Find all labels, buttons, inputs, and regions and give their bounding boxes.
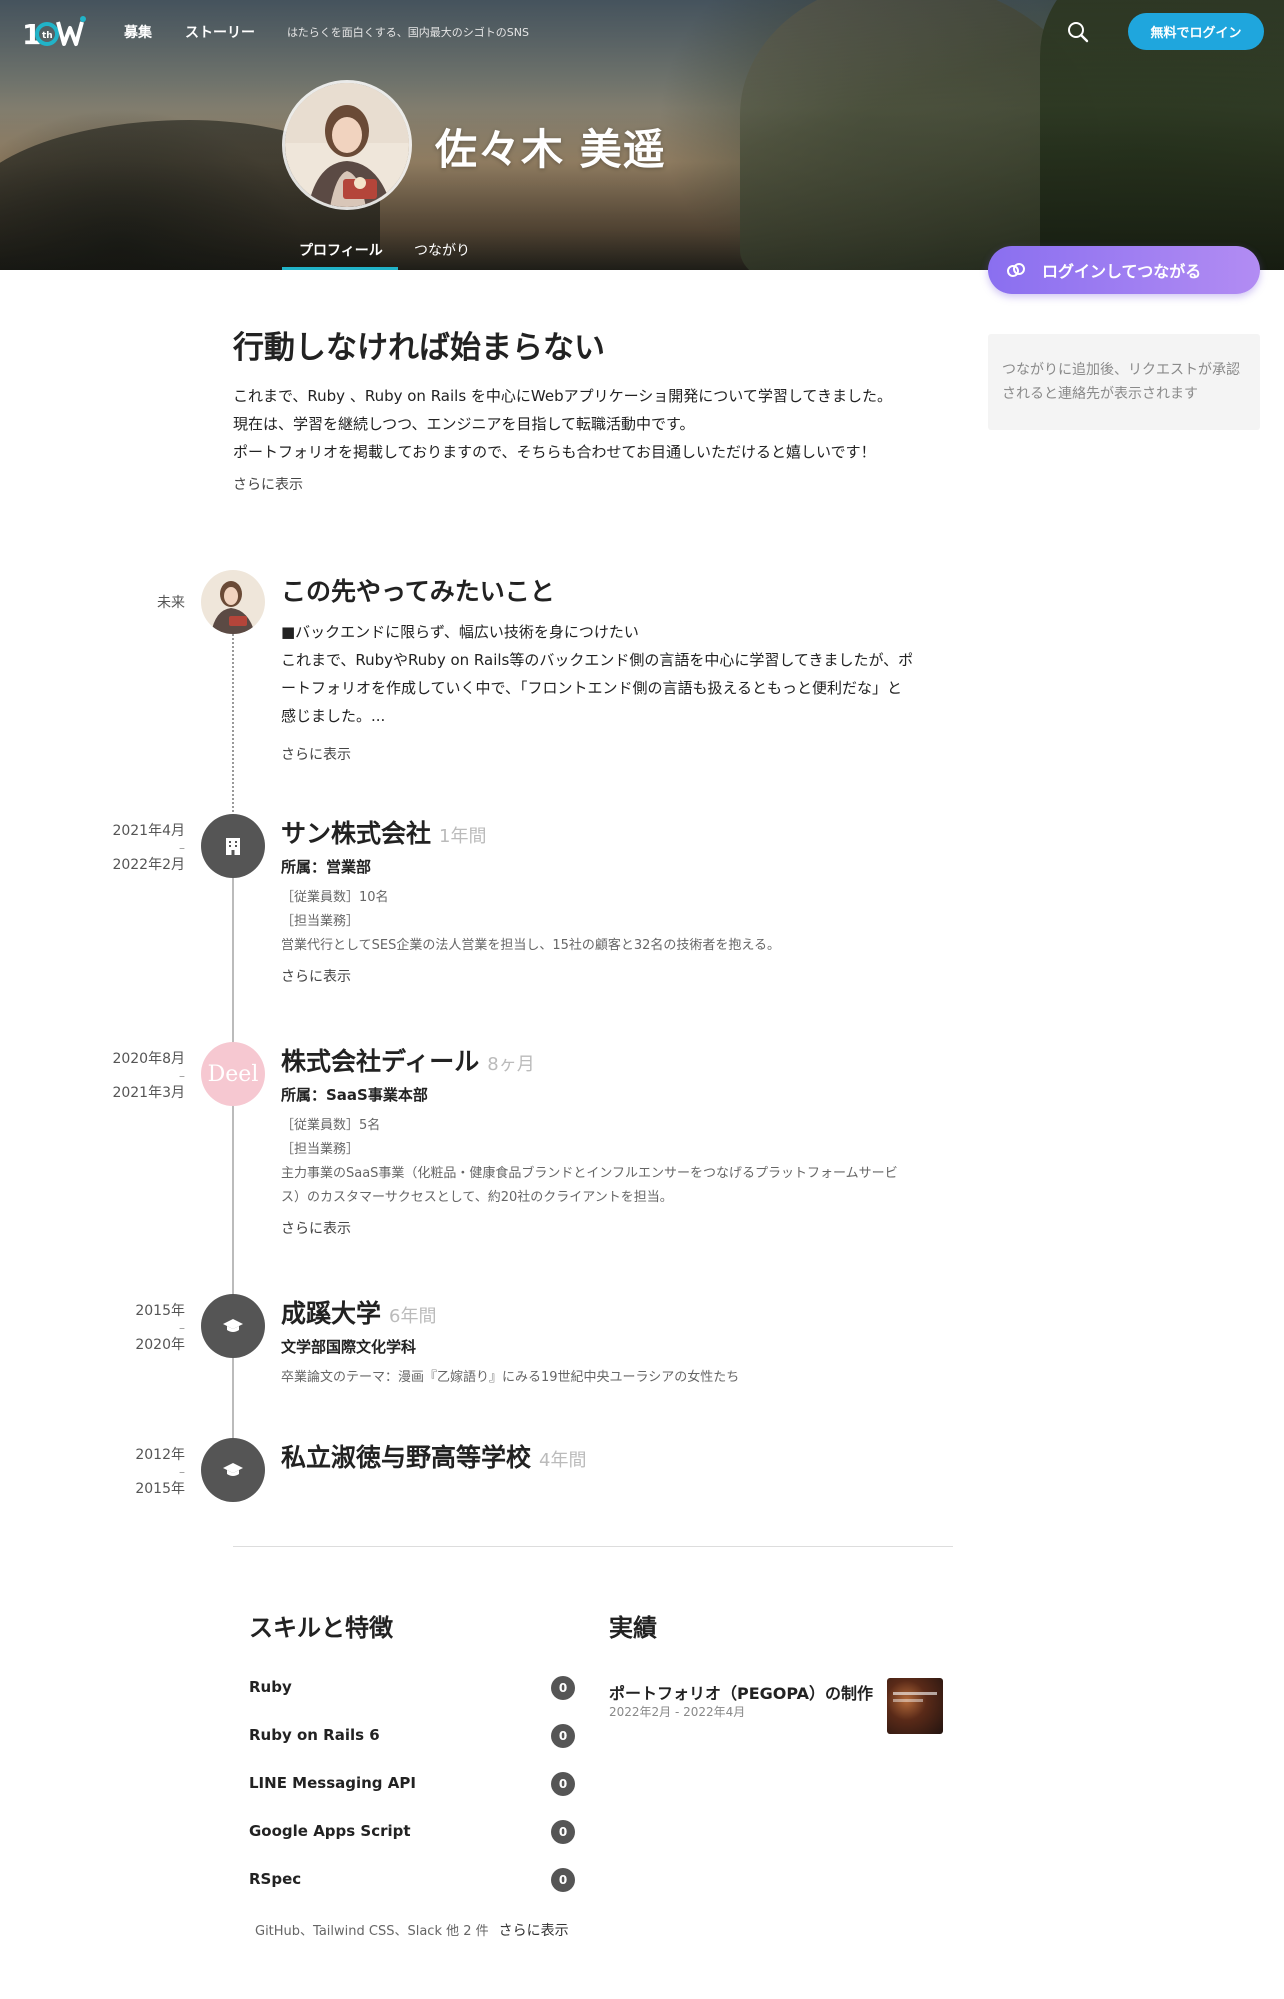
skills-show-more-link[interactable]: さらに表示 — [499, 1923, 569, 1939]
timeline-line — [232, 820, 234, 1470]
achievement-title[interactable]: ポートフォリオ（PEGOPA）の制作 — [609, 1680, 873, 1704]
company-details: ［従業員数］5名 ［担当業務］ 主力事業のSaaS事業（化粧品・健康食品ブランド… — [281, 1118, 898, 1205]
company-show-more-link[interactable]: さらに表示 — [281, 966, 351, 986]
company-name: サン株式会社 1年間 — [281, 819, 487, 848]
future-show-more-link[interactable]: さらに表示 — [281, 744, 351, 764]
skill-name: RSpec — [249, 1870, 302, 1888]
graduation-cap-icon — [223, 1463, 243, 1476]
company-name: 株式会社ディール 8ヶ月 — [281, 1047, 535, 1076]
school-icon — [201, 1294, 265, 1358]
active-tab-indicator — [282, 267, 398, 270]
company-show-more-link[interactable]: さらに表示 — [281, 1218, 351, 1238]
achievement-thumbnail[interactable] — [887, 1678, 943, 1734]
profile-avatar — [282, 80, 412, 210]
school-department: 文学部国際文化学科 — [281, 1338, 417, 1356]
skill-name: LINE Messaging API — [249, 1774, 416, 1792]
school-name: 成蹊大学 6年間 — [281, 1299, 437, 1328]
profile-headline: 行動しなければ始まらない — [233, 330, 605, 366]
profile-name: 佐々木 美遥 — [435, 125, 666, 174]
timeline-avatar — [201, 570, 265, 634]
achievements-title: 実績 — [609, 1614, 657, 1642]
company-logo-deel: Deel — [201, 1042, 265, 1106]
skill-item[interactable]: Google Apps Script 0 — [249, 1820, 575, 1844]
company-department: 所属：SaaS事業本部 — [281, 1086, 428, 1104]
intro-show-more-link[interactable]: さらに表示 — [233, 474, 303, 494]
company-details: ［従業員数］10名 ［担当業務］ 営業代行としてSES企業の法人営業を担当し、1… — [281, 890, 781, 953]
school-icon — [201, 1438, 265, 1502]
link-icon — [1007, 263, 1025, 277]
login-button[interactable]: 無料でログイン — [1128, 13, 1264, 50]
nav-jobs[interactable]: 募集 — [124, 22, 152, 42]
skills-others: GitHub、Tailwind CSS、Slack 他 2 件さらに表示 — [255, 1923, 569, 1939]
timeline-line-future — [232, 630, 234, 820]
timeline-date: 2021年4月 – 2022年2月 — [112, 823, 185, 873]
skill-name: Google Apps Script — [249, 1822, 411, 1840]
tab-connections[interactable]: つながり — [414, 240, 470, 260]
skill-name: Ruby on Rails 6 — [249, 1726, 380, 1744]
section-divider — [233, 1546, 953, 1547]
tab-profile[interactable]: プロフィール — [299, 240, 383, 260]
future-title: この先やってみたいこと — [281, 577, 555, 606]
skill-item[interactable]: LINE Messaging API 0 — [249, 1772, 575, 1796]
skill-endorse-count: 0 — [551, 1724, 575, 1748]
graduation-cap-icon — [223, 1319, 243, 1332]
skill-item[interactable]: Ruby on Rails 6 0 — [249, 1724, 575, 1748]
skill-item[interactable]: Ruby 0 — [249, 1676, 575, 1700]
search-icon[interactable] — [1064, 18, 1092, 46]
site-tagline: はたらくを面白くする、国内最大のシゴトのSNS — [287, 26, 529, 39]
skill-item[interactable]: RSpec 0 — [249, 1868, 575, 1892]
company-icon — [201, 814, 265, 878]
school-details: 卒業論文のテーマ：漫画『乙嫁語り』にみる19世紀中央ユーラシアの女性たち — [281, 1370, 740, 1385]
connect-button-label: ログインしてつながる — [1042, 262, 1202, 281]
timeline-date-future: 未来 — [157, 595, 185, 611]
skills-title: スキルと特徴 — [249, 1614, 393, 1642]
contact-notice: つながりに追加後、リクエストが承認されると連絡先が表示されます — [988, 334, 1260, 430]
achievement-date: 2022年2月 - 2022年4月 — [609, 1705, 746, 1719]
intro-line: ポートフォリオを掲載しておりますので、そちらも合わせてお目通しいただけると嬉しい… — [233, 443, 876, 461]
svg-text:th: th — [42, 31, 53, 41]
building-icon — [226, 838, 240, 855]
timeline-date: 2020年8月 – 2021年3月 — [112, 1051, 185, 1101]
timeline-date: 2015年 – 2020年 — [135, 1303, 185, 1353]
nav-stories[interactable]: ストーリー — [185, 22, 255, 42]
skill-name: Ruby — [249, 1678, 292, 1696]
skill-endorse-count: 0 — [551, 1868, 575, 1892]
future-body: ■バックエンドに限らず、幅広い技術を身につけたい これまで、RubyやRuby … — [281, 623, 914, 725]
connect-button[interactable]: ログインしてつながる — [988, 246, 1260, 294]
profile-cover: 1 th 募集 ストーリー はたらくを面白くする、国内最大のシゴトのSNS 無料… — [0, 0, 1284, 270]
skill-endorse-count: 0 — [551, 1772, 575, 1796]
skill-endorse-count: 0 — [551, 1820, 575, 1844]
top-navigation: 1 th 募集 ストーリー はたらくを面白くする、国内最大のシゴトのSNS 無料… — [0, 0, 1284, 64]
school-name: 私立淑徳与野高等学校 4年間 — [281, 1443, 587, 1472]
skill-endorse-count: 0 — [551, 1676, 575, 1700]
company-department: 所属：営業部 — [281, 858, 372, 876]
timeline-date: 2012年 – 2015年 — [135, 1447, 185, 1497]
intro-line: 現在は、学習を継続しつつ、エンジニアを目指して転職活動中です。 — [233, 415, 695, 433]
site-logo[interactable]: 1 th — [22, 14, 88, 50]
intro-line: これまで、Ruby 、Ruby on Rails を中心にWebアプリケーショ開… — [233, 387, 892, 405]
profile-intro: これまで、Ruby 、Ruby on Rails を中心にWebアプリケーショ開… — [233, 382, 953, 466]
